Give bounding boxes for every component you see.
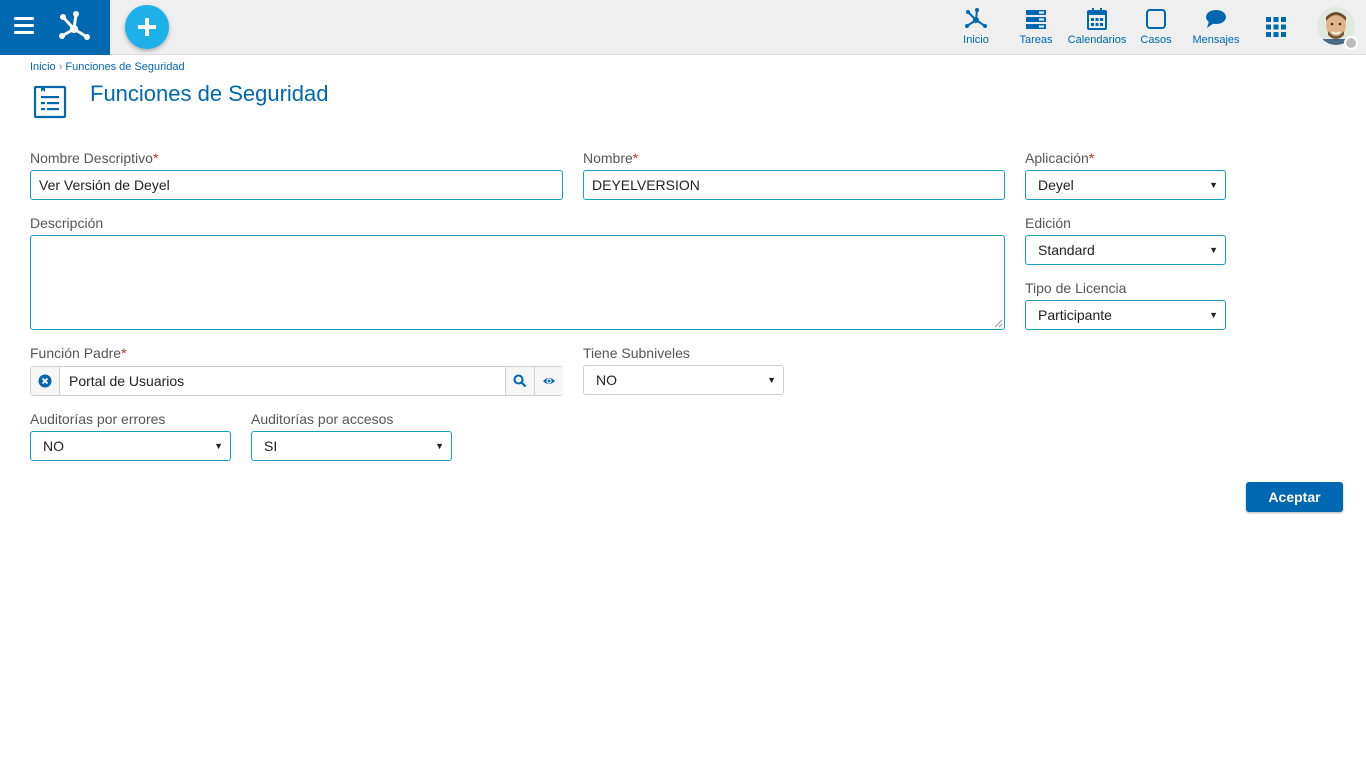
search-icon: [513, 374, 527, 388]
funcion-padre-lookup: Portal de Usuarios: [30, 366, 563, 396]
tipo-licencia-select[interactable]: Participante ▼: [1025, 300, 1226, 330]
auditorias-accesos-label-text: Auditorías por accesos: [251, 411, 394, 427]
edicion-select-value: Standard: [1038, 242, 1095, 258]
descripcion-label-text: Descripción: [30, 215, 104, 231]
form-document-icon: [33, 85, 67, 119]
edicion-label-text: Edición: [1025, 215, 1071, 231]
nav-calendarios-label: Calendarios: [1067, 34, 1127, 46]
descripcion-textarea[interactable]: [30, 235, 1005, 330]
tasks-icon: [1026, 10, 1046, 29]
breadcrumb-home-link[interactable]: Inicio: [30, 61, 56, 73]
chat-bubble-icon: [1206, 10, 1226, 28]
caret-down-icon: ▼: [1209, 245, 1218, 255]
breadcrumb: Inicio › Funciones de Seguridad: [30, 61, 185, 73]
apps-grid-icon[interactable]: [1266, 17, 1286, 37]
search-lookup-button[interactable]: [505, 367, 534, 395]
auditorias-errores-select[interactable]: NO ▼: [30, 431, 231, 461]
descripcion-label: Descripción: [30, 215, 103, 231]
tipo-licencia-select-value: Participante: [1038, 307, 1112, 323]
required-marker: *: [152, 150, 159, 166]
nav-casos-label: Casos: [1140, 34, 1172, 46]
nombre-label: Nombre*: [583, 150, 638, 166]
auditorias-errores-label: Auditorías por errores: [30, 411, 165, 427]
required-marker: *: [1088, 150, 1095, 166]
caret-down-icon: ▼: [435, 441, 444, 451]
nav-calendarios[interactable]: Calendarios: [1066, 7, 1128, 51]
nav-mensajes-label: Mensajes: [1192, 34, 1240, 46]
auditorias-accesos-select-value: SI: [264, 438, 278, 454]
add-button[interactable]: [125, 5, 169, 49]
caret-down-icon: ▼: [1209, 310, 1218, 320]
tiene-subniveles-select[interactable]: NO ▼: [583, 365, 784, 395]
resize-grip-icon[interactable]: [994, 319, 1003, 328]
caret-down-icon: ▼: [214, 441, 223, 451]
funcion-padre-label-text: Función Padre: [30, 345, 122, 361]
nombre-label-text: Nombre: [583, 150, 633, 166]
tipo-licencia-label: Tipo de Licencia: [1025, 280, 1126, 296]
auditorias-accesos-label: Auditorías por accesos: [251, 411, 393, 427]
view-lookup-button[interactable]: [534, 367, 563, 395]
nombre-descriptivo-input[interactable]: Ver Versión de Deyel: [30, 170, 563, 200]
nav-mensajes[interactable]: Mensajes: [1190, 7, 1242, 51]
auditorias-errores-label-text: Auditorías por errores: [30, 411, 166, 427]
plus-icon: [138, 18, 156, 36]
auditorias-accesos-select[interactable]: SI ▼: [251, 431, 452, 461]
tipo-licencia-label-text: Tipo de Licencia: [1025, 280, 1127, 296]
nav-casos[interactable]: Casos: [1138, 7, 1174, 51]
nombre-descriptivo-label-text: Nombre Descriptivo: [30, 150, 153, 166]
tiene-subniveles-label: Tiene Subniveles: [583, 345, 690, 361]
clear-circle-icon: [38, 374, 52, 388]
breadcrumb-current-link[interactable]: Funciones de Seguridad: [65, 61, 184, 73]
brand-block: [0, 0, 110, 55]
nav-inicio[interactable]: Inicio: [957, 7, 995, 51]
aplicacion-label: Aplicación*: [1025, 150, 1094, 166]
edicion-select[interactable]: Standard ▼: [1025, 235, 1226, 265]
nombre-descriptivo-label: Nombre Descriptivo*: [30, 150, 158, 166]
nav-tareas-label: Tareas: [1019, 34, 1053, 46]
accept-button[interactable]: Aceptar: [1246, 482, 1343, 512]
clear-lookup-button[interactable]: [31, 367, 60, 395]
caret-down-icon: ▼: [767, 375, 776, 385]
nav-tareas[interactable]: Tareas: [1017, 7, 1055, 51]
aplicacion-select[interactable]: Deyel ▼: [1025, 170, 1226, 200]
eye-icon: [543, 378, 555, 384]
auditorias-errores-select-value: NO: [43, 438, 64, 454]
square-icon: [1146, 9, 1166, 29]
nav-inicio-label: Inicio: [963, 34, 989, 46]
hamburger-menu-icon[interactable]: [14, 17, 36, 35]
aplicacion-select-value: Deyel: [1038, 177, 1074, 193]
edicion-label: Edición: [1025, 215, 1071, 231]
funcion-padre-value[interactable]: Portal de Usuarios: [69, 367, 184, 395]
calendar-icon: [1087, 8, 1107, 30]
required-marker: *: [632, 150, 639, 166]
breadcrumb-separator: ›: [58, 61, 63, 73]
tiene-subniveles-label-text: Tiene Subniveles: [583, 345, 690, 361]
caret-down-icon: ▼: [1209, 180, 1218, 190]
aplicacion-label-text: Aplicación: [1025, 150, 1089, 166]
network-icon: [965, 8, 987, 28]
deyel-logo-icon[interactable]: [56, 9, 92, 45]
tiene-subniveles-select-value: NO: [596, 372, 617, 388]
presence-status-dot: [1344, 36, 1358, 50]
top-bar: Inicio Tareas Calendarios Casos Mensajes: [0, 0, 1366, 55]
nombre-input[interactable]: DEYELVERSION: [583, 170, 1005, 200]
page-title: Funciones de Seguridad: [90, 81, 329, 106]
required-marker: *: [121, 345, 127, 361]
funcion-padre-label: Función Padre*: [30, 345, 127, 361]
